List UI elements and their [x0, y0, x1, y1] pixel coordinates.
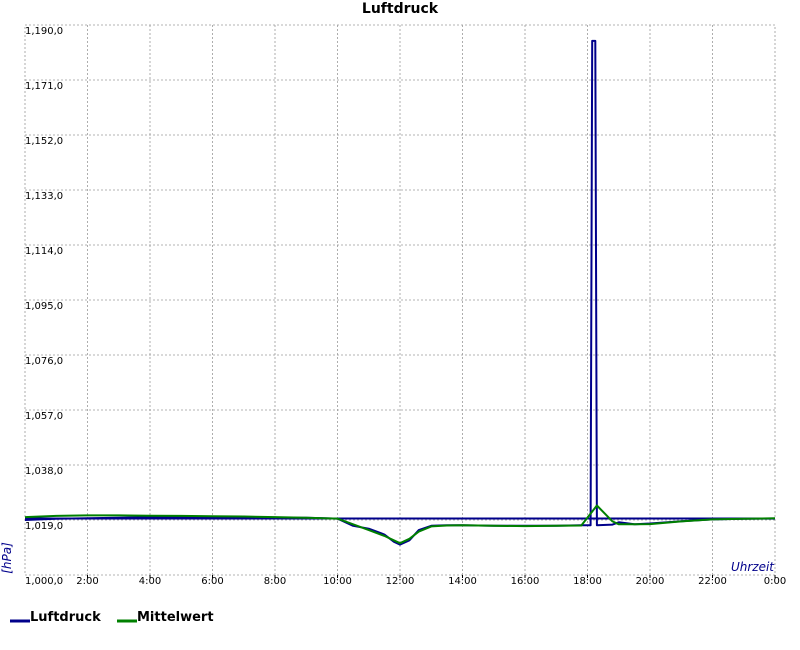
legend-label: Luftdruck [30, 610, 101, 625]
x-tick-label: 20:00 [636, 576, 665, 587]
grid-lines [24, 24, 776, 576]
x-tick-label: 12:00 [386, 576, 415, 587]
luftdruck-chart: Luftdruck 1,000,01,019,01,038,01,057,01,… [0, 1, 786, 625]
x-tick-label: 10:00 [323, 576, 352, 587]
y-tick-label: 1,133,0 [25, 191, 63, 202]
x-tick-label: 2:00 [76, 576, 98, 587]
y-tick-label: 1,057,0 [25, 411, 63, 422]
y-tick-label: 1,038,0 [25, 466, 63, 477]
chart-title: Luftdruck [362, 1, 439, 17]
x-tick-label: 4:00 [139, 576, 161, 587]
x-axis-label: Uhrzeit [731, 560, 775, 574]
y-tick-label: 1,019,0 [25, 521, 63, 532]
x-tick-label: 14:00 [448, 576, 477, 587]
y-tick-label: 1,095,0 [25, 301, 63, 312]
x-tick-label: 16:00 [511, 576, 540, 587]
x-tick-label: 18:00 [573, 576, 602, 587]
x-tick-label: 22:00 [698, 576, 727, 587]
x-tick-label: 6:00 [201, 576, 223, 587]
y-axis-ticks: 1,000,0 1,019,0 1,038,0 1,057,0 1,076,0 1,095… [25, 26, 63, 587]
y-axis-label: [hPa] [0, 542, 14, 574]
y-tick-label: 1,076,0 [25, 356, 63, 367]
legend: Luftdruck Mittelwert [10, 610, 214, 625]
y-tick-label: 1,190,0 [25, 26, 63, 37]
y-tick-label: 1,171,0 [25, 81, 63, 92]
y-tick-label: 1,152,0 [25, 136, 63, 147]
legend-label: Mittelwert [137, 610, 214, 625]
x-axis-ticks: 2:00 4:00 6:00 8:00 10:00 12:00 14:00 16:00 18:0… [76, 575, 786, 587]
y-tick-label: 1,000,0 [25, 576, 63, 587]
x-tick-label: 0:00 [764, 576, 786, 587]
y-tick-label: 1,114,0 [25, 246, 63, 257]
x-tick-label: 8:00 [264, 576, 286, 587]
